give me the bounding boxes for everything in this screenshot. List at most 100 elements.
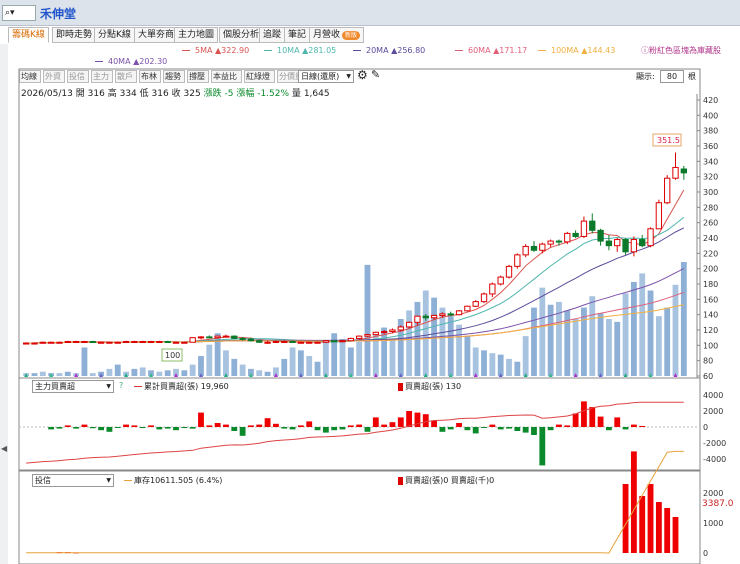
candle-body <box>264 341 271 344</box>
buysell-bar <box>164 427 171 429</box>
volume-bar <box>339 338 346 376</box>
panel2-select[interactable]: 主力買賣超 ▼ <box>32 380 114 393</box>
candle-body <box>380 331 388 334</box>
buysell-bar <box>198 412 204 427</box>
buysell-bar <box>389 422 396 427</box>
panel3-tick-label: 0 <box>703 549 708 558</box>
buysell-bar <box>181 427 188 428</box>
candle-body <box>489 283 496 295</box>
candle-body <box>314 341 321 344</box>
volume-bar <box>456 324 462 376</box>
price-tick-label: 260 <box>703 219 718 228</box>
candle-body <box>239 337 246 340</box>
panel3-select[interactable]: 投信 ▼ <box>32 474 114 487</box>
volume-bar <box>281 358 288 376</box>
buysell-bar <box>256 424 263 427</box>
candle-body <box>281 341 288 343</box>
volume-bar <box>581 307 587 376</box>
buysell-bar <box>481 427 487 428</box>
candle-body <box>272 341 280 343</box>
trust-bar <box>622 484 629 553</box>
chevron-down-icon: ▼ <box>106 383 111 390</box>
candle-body <box>197 336 205 339</box>
candle-body <box>514 254 521 267</box>
buysell-bar <box>339 427 346 430</box>
buysell-bar <box>605 427 612 431</box>
candle-body <box>72 341 80 343</box>
candle-body <box>39 341 46 344</box>
price-tick-label: 120 <box>703 326 718 335</box>
volume-bar <box>422 290 429 376</box>
buysell-bar <box>48 427 55 430</box>
candle-body <box>106 341 113 344</box>
volume-bar <box>114 364 121 376</box>
buysell-bar <box>564 425 571 427</box>
price-tick-label: 140 <box>703 311 718 320</box>
candle-body <box>289 341 296 343</box>
price-tick-label: 280 <box>703 203 718 212</box>
candle-body <box>522 245 529 256</box>
candle-body <box>114 341 121 344</box>
trust-bar <box>647 484 654 553</box>
volume-bar <box>622 293 629 376</box>
candle-body <box>472 301 479 307</box>
volume-bar <box>239 364 246 376</box>
buysell-bar <box>397 417 404 427</box>
buysell-bar <box>281 427 288 429</box>
buysell-bar <box>306 421 313 427</box>
candle-body <box>64 341 71 343</box>
buysell-bar <box>214 423 221 427</box>
candle-body <box>622 239 629 253</box>
candle-body <box>122 341 130 343</box>
volume-bar <box>364 264 371 376</box>
candle-body <box>139 341 146 343</box>
buysell-bar <box>472 427 479 434</box>
buysell-bar <box>489 424 496 427</box>
buysell-bar <box>156 427 163 430</box>
candle-body <box>605 240 613 247</box>
candle-body <box>147 341 155 343</box>
volume-bar <box>447 316 454 376</box>
candle-body <box>189 337 196 343</box>
buysell-bar <box>422 414 429 427</box>
price-tick-label: 400 <box>703 111 718 120</box>
volume-bar <box>231 358 238 376</box>
candle-body <box>480 293 488 303</box>
volume-bar <box>106 368 113 376</box>
panel2-tick-label: 4000 <box>703 391 723 400</box>
buysell-bar <box>131 425 138 427</box>
panel3-tick-label: 1000 <box>703 519 723 528</box>
panel2-tick-label: 0 <box>703 423 708 432</box>
candle-body <box>297 341 305 344</box>
candle-body <box>81 341 88 343</box>
volume-bar <box>464 336 471 376</box>
buysell-bar <box>539 427 546 466</box>
price-tick-label: 360 <box>703 142 718 151</box>
candle-body <box>231 335 238 339</box>
buysell-bar <box>456 423 462 427</box>
candle-body <box>47 341 55 344</box>
volume-bar <box>256 370 263 376</box>
buysell-bar <box>406 411 413 427</box>
volume-bar <box>264 371 271 376</box>
volume-bar <box>514 361 521 376</box>
candle-body <box>680 168 688 174</box>
volume-bar <box>164 370 171 376</box>
volume-bar <box>356 341 363 376</box>
volume-bar <box>680 262 687 376</box>
panel3-tick-label: 2000 <box>703 489 723 498</box>
candle-body <box>530 245 538 251</box>
panel2-tick-label: -4000 <box>703 455 726 464</box>
volume-bar <box>189 364 196 376</box>
buysell-bar <box>464 427 471 431</box>
buysell-bar <box>139 427 146 428</box>
volume-bar <box>589 296 596 376</box>
volume-bar <box>131 368 138 376</box>
buysell-bar <box>347 425 354 427</box>
buysell-bar <box>81 424 88 427</box>
candle-body <box>214 335 221 339</box>
candle-body <box>639 239 646 247</box>
buysell-bar <box>231 427 238 431</box>
buysell-bar <box>589 407 596 427</box>
help-icon[interactable]: ? <box>119 381 123 390</box>
